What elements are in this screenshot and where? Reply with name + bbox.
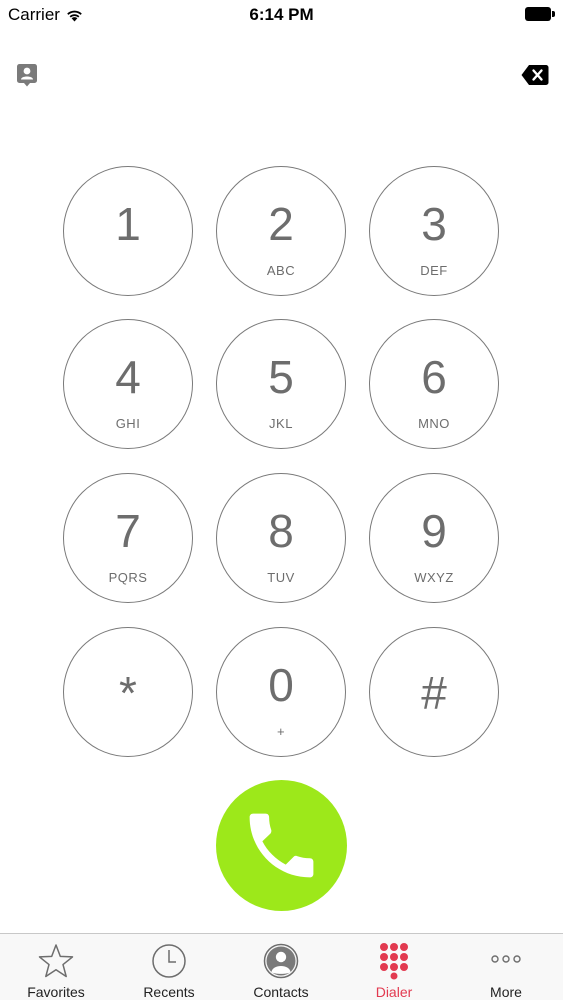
dialpad-icon [380, 943, 408, 980]
tab-dialer[interactable]: Dialer [338, 934, 450, 1000]
key-digit: 6 [421, 351, 447, 403]
clock-icon [152, 944, 186, 978]
key-digit: * [119, 667, 137, 719]
key-letters: WXYZ [414, 570, 454, 585]
key-letters: ABC [266, 263, 296, 278]
key-0[interactable]: 0 + [216, 627, 346, 757]
key-letters: DEF [420, 263, 448, 278]
key-1[interactable]: 1 [63, 166, 193, 296]
key-7[interactable]: 7 PQRS [63, 473, 193, 603]
key-letters: PQRS [108, 570, 148, 585]
key-letters: TUV [267, 570, 295, 585]
key-letters: JKL [269, 416, 293, 431]
key-5[interactable]: 5 JKL [216, 319, 346, 449]
tab-label: Favorites [27, 984, 85, 1000]
key-6[interactable]: 6 MNO [369, 319, 499, 449]
key-digit: 7 [115, 505, 141, 557]
key-3[interactable]: 3 DEF [369, 166, 499, 296]
tab-recents[interactable]: Recents [113, 934, 225, 1000]
key-digit: 0 [268, 659, 294, 711]
key-letters: MNO [418, 416, 450, 431]
key-star[interactable]: * [63, 627, 193, 757]
key-digit: # [421, 667, 447, 719]
key-digit: 2 [268, 198, 294, 250]
key-digit: 9 [421, 505, 447, 557]
key-4[interactable]: 4 GHI [63, 319, 193, 449]
tab-contacts[interactable]: Contacts [225, 934, 337, 1000]
tab-favorites[interactable]: Favorites [0, 934, 112, 1000]
key-digit: 1 [115, 198, 141, 250]
key-letters: + [276, 724, 286, 739]
key-digit: 4 [115, 351, 141, 403]
key-digit: 8 [268, 505, 294, 557]
key-letters: GHI [115, 416, 141, 431]
tab-label: More [490, 984, 522, 1000]
tab-label: Dialer [375, 984, 413, 1000]
key-digit: 3 [421, 198, 447, 250]
contact-card-icon[interactable] [15, 63, 39, 87]
tab-more[interactable]: More [450, 934, 562, 1000]
phone-icon [249, 813, 314, 878]
key-8[interactable]: 8 TUV [216, 473, 346, 603]
key-2[interactable]: 2 ABC [216, 166, 346, 296]
star-icon [38, 944, 74, 978]
key-pound[interactable]: # [369, 627, 499, 757]
call-button[interactable] [216, 780, 347, 911]
tab-bar: Favorites Recents Contacts Dialer More [0, 933, 563, 1000]
clock-time: 6:14 PM [249, 5, 314, 24]
key-9[interactable]: 9 WXYZ [369, 473, 499, 603]
battery-icon [525, 7, 555, 21]
more-icon [491, 955, 521, 963]
key-digit: 5 [268, 351, 294, 403]
person-icon [263, 943, 299, 979]
tab-label: Recents [143, 984, 195, 1000]
tab-label: Contacts [253, 984, 309, 1000]
backspace-icon[interactable] [521, 64, 549, 86]
status-bar: Carrier 6:14 PM [0, 0, 563, 30]
